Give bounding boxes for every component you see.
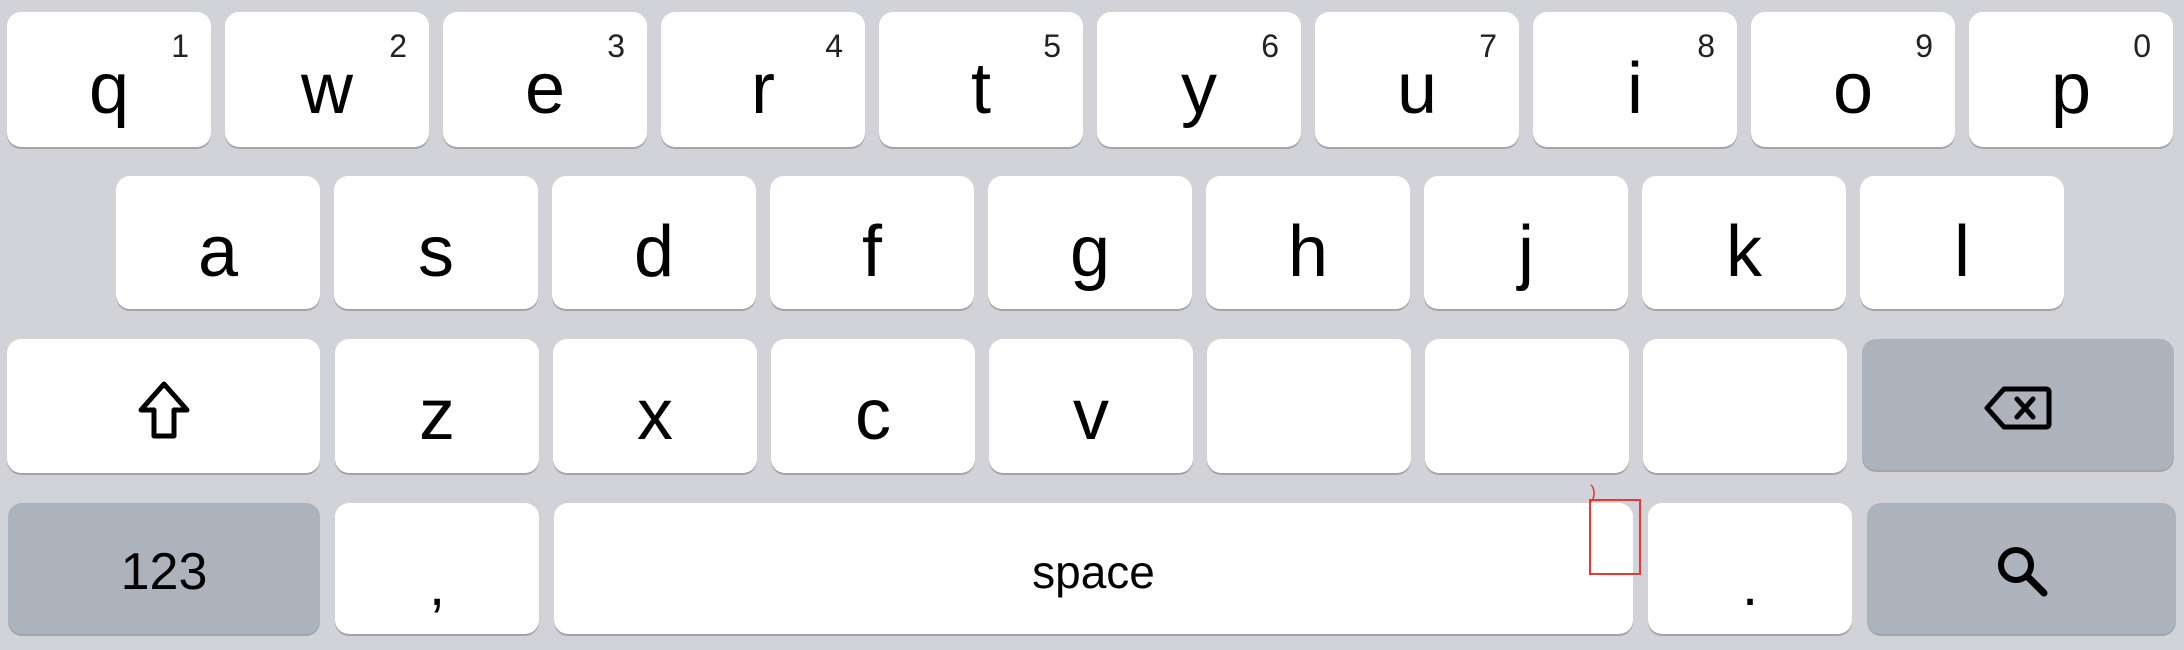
key-q[interactable]: 1q bbox=[7, 12, 211, 147]
onscreen-keyboard: 1q 2w 3e 4r 5t 6y 7u 8i 9o 0p a s d f g … bbox=[0, 0, 2184, 650]
key-hint: 8 bbox=[1697, 28, 1715, 64]
key-g[interactable]: g bbox=[988, 176, 1192, 309]
key-h[interactable]: h bbox=[1206, 176, 1410, 309]
mode-key[interactable]: 123 bbox=[8, 503, 320, 634]
key-label: s bbox=[418, 211, 454, 292]
shift-key[interactable] bbox=[7, 339, 320, 473]
key-r[interactable]: 4r bbox=[661, 12, 865, 147]
shift-icon bbox=[137, 380, 191, 442]
key-label: u bbox=[1396, 48, 1438, 129]
key-label: y bbox=[1181, 48, 1217, 129]
comma-key[interactable]: , bbox=[335, 503, 539, 634]
key-d[interactable]: d bbox=[552, 176, 756, 309]
key-label: e bbox=[524, 48, 566, 129]
key-j[interactable]: j bbox=[1424, 176, 1628, 309]
search-key[interactable] bbox=[1867, 503, 2176, 634]
key-z[interactable]: z bbox=[335, 339, 539, 473]
key-label: t bbox=[970, 48, 991, 129]
key-l[interactable]: l bbox=[1860, 176, 2064, 309]
key-f[interactable]: f bbox=[770, 176, 974, 309]
key-e[interactable]: 3e bbox=[443, 12, 647, 147]
key-x[interactable]: x bbox=[553, 339, 757, 473]
key-p[interactable]: 0p bbox=[1969, 12, 2173, 147]
key-label: q bbox=[88, 48, 130, 129]
backspace-key[interactable] bbox=[1862, 339, 2174, 470]
key-label: d bbox=[633, 211, 675, 292]
key-label: z bbox=[419, 375, 455, 455]
key-hint: 6 bbox=[1261, 28, 1279, 64]
key-label: v bbox=[1073, 375, 1109, 455]
mode-label: 123 bbox=[120, 542, 208, 601]
backspace-icon bbox=[1984, 385, 2052, 431]
key-label: i bbox=[1627, 48, 1643, 129]
space-label: space bbox=[1032, 545, 1155, 598]
key-c[interactable]: c bbox=[771, 339, 975, 473]
key-y[interactable]: 6y bbox=[1097, 12, 1301, 147]
key-i[interactable]: 8i bbox=[1533, 12, 1737, 147]
key-m[interactable]: m bbox=[1643, 339, 1847, 473]
key-label: l bbox=[1954, 211, 1970, 292]
highlight-label: ) bbox=[1590, 482, 1596, 502]
key-label: w bbox=[301, 48, 353, 129]
key-v[interactable]: v bbox=[989, 339, 1193, 473]
key-k[interactable]: k bbox=[1642, 176, 1846, 309]
key-w[interactable]: 2w bbox=[225, 12, 429, 147]
period-label: . bbox=[1741, 553, 1759, 618]
key-label: x bbox=[637, 375, 673, 455]
key-u[interactable]: 7u bbox=[1315, 12, 1519, 147]
key-hint: 2 bbox=[389, 28, 407, 64]
key-o[interactable]: 9o bbox=[1751, 12, 1955, 147]
key-label: a bbox=[197, 211, 239, 292]
space-key[interactable]: space bbox=[554, 503, 1633, 634]
key-hint: 9 bbox=[1915, 28, 1933, 64]
key-label: h bbox=[1287, 211, 1329, 292]
key-label: k bbox=[1726, 211, 1762, 292]
key-a[interactable]: a bbox=[116, 176, 320, 309]
key-hint: 0 bbox=[2133, 28, 2151, 64]
key-hint: 1 bbox=[171, 28, 189, 64]
key-hint: 4 bbox=[825, 28, 843, 64]
key-s[interactable]: s bbox=[334, 176, 538, 309]
key-label: g bbox=[1069, 211, 1111, 292]
key-label: f bbox=[861, 211, 882, 292]
key-hint: 5 bbox=[1043, 28, 1061, 64]
key-b[interactable]: b bbox=[1207, 339, 1411, 473]
highlight-box bbox=[1589, 499, 1641, 575]
key-n[interactable]: n bbox=[1425, 339, 1629, 473]
key-label: c bbox=[855, 375, 891, 455]
key-label: r bbox=[751, 48, 775, 129]
key-label: o bbox=[1832, 48, 1874, 129]
search-icon bbox=[1994, 543, 2050, 599]
key-label: j bbox=[1518, 211, 1534, 292]
key-hint: 3 bbox=[607, 28, 625, 64]
key-label: p bbox=[2050, 48, 2092, 129]
key-t[interactable]: 5t bbox=[879, 12, 1083, 147]
key-hint: 7 bbox=[1479, 28, 1497, 64]
period-key[interactable]: . bbox=[1648, 503, 1852, 634]
comma-label: , bbox=[428, 553, 446, 618]
